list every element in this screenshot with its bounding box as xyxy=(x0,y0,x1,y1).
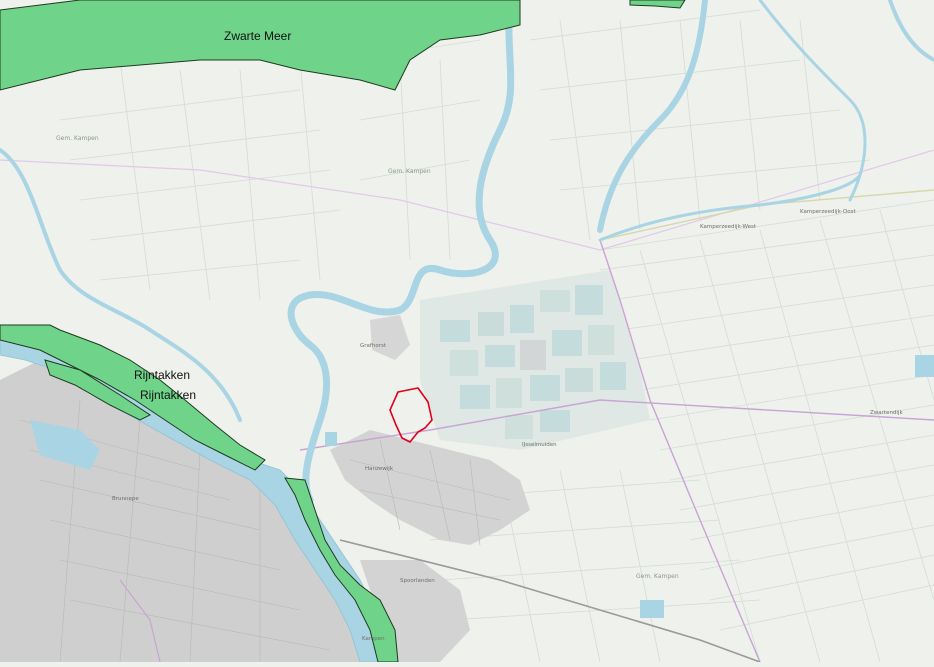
label-kampen: Kampen xyxy=(362,636,385,642)
map-canvas[interactable]: Zwarte Meer Rijntakken Rijntakken Gem. K… xyxy=(0,0,934,663)
label-zwarte-meer: Zwarte Meer xyxy=(224,29,291,43)
label-spoorlanden: Spoorlanden xyxy=(400,578,435,584)
pond-south xyxy=(640,600,664,618)
label-kamperzeedijk: Kamperzeedijk-West xyxy=(700,224,757,230)
label-rijntakken-1: Rijntakken xyxy=(134,368,190,382)
pond-west xyxy=(325,432,337,446)
label-gem-kampen-c: Gem. Kampen xyxy=(388,168,431,175)
label-gem-kampen-nw: Gem. Kampen xyxy=(56,135,99,142)
label-hanzewijk: Hanzewijk xyxy=(365,466,394,472)
map-svg: Zwarte Meer Rijntakken Rijntakken Gem. K… xyxy=(0,0,934,663)
label-brunnepe: Brunnepe xyxy=(112,496,139,502)
label-ijsselmuiden: IJsselmuiden xyxy=(522,442,557,448)
label-gem-kampen-se: Gem. Kampen xyxy=(636,573,679,580)
pond-east xyxy=(915,355,934,377)
label-zwartendijk: Zwartendijk xyxy=(870,410,903,416)
greenhouse-area xyxy=(420,270,650,450)
label-grafhorst: Grafhorst xyxy=(360,343,387,349)
label-rijntakken-2: Rijntakken xyxy=(140,388,196,402)
label-zuidelijk: Kamperzeedijk-Oost xyxy=(800,209,856,215)
